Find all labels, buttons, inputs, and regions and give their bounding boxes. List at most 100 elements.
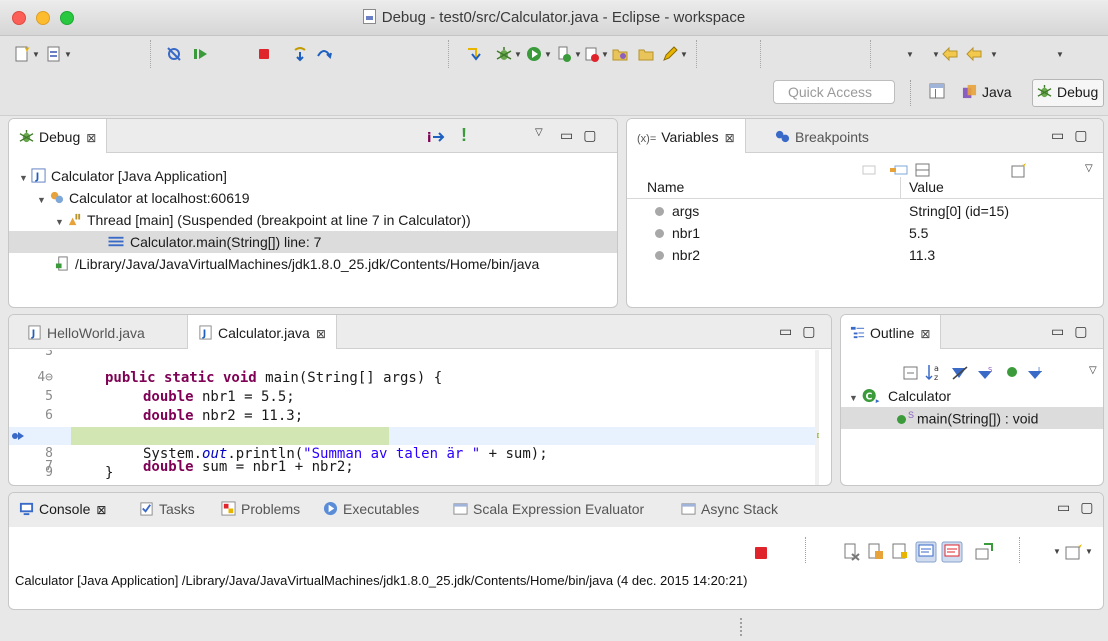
overview-marker[interactable] xyxy=(817,433,819,438)
overview-ruler[interactable] xyxy=(815,350,819,485)
close-icon[interactable]: ⊠ xyxy=(96,503,106,517)
tree-item-vm[interactable]: ▼ Calculator at localhost:60619 xyxy=(37,187,250,209)
stack-frame-icon xyxy=(108,236,124,247)
collapse-icon[interactable]: ▼ xyxy=(55,217,67,227)
hide-non-public-icon[interactable] xyxy=(1007,367,1017,377)
chevron-down-icon[interactable]: ▼ xyxy=(64,50,72,59)
show-console-stdout-icon[interactable] xyxy=(915,541,937,563)
sort-icon[interactable]: az xyxy=(925,363,943,381)
code-editor[interactable]: 3 4⊖ public static void main(String[] arg… xyxy=(9,350,819,485)
minimize-maximize-controls[interactable]: ▭▢ xyxy=(1051,323,1097,340)
collapse-all-icon[interactable] xyxy=(903,365,919,381)
tab-async-stack[interactable]: Async Stack xyxy=(681,501,778,517)
open-folder-icon[interactable] xyxy=(638,46,654,62)
step-over-icon[interactable] xyxy=(316,46,332,62)
next-annotation-icon[interactable] xyxy=(942,46,958,62)
minimize-maximize-controls[interactable]: ▭▢ xyxy=(560,127,606,144)
chevron-down-icon[interactable]: ▼ xyxy=(574,50,582,59)
tab-outline[interactable]: Outline ⊠ xyxy=(841,315,942,349)
hide-static-icon[interactable]: S xyxy=(977,365,995,381)
outline-item-class[interactable]: ▼ C Calculator xyxy=(849,385,951,407)
close-icon[interactable]: ⊠ xyxy=(86,131,96,145)
skip-breakpoints-icon[interactable] xyxy=(166,46,182,62)
chevron-down-icon[interactable]: ▼ xyxy=(680,50,688,59)
resume-icon[interactable] xyxy=(192,46,208,62)
new-wizard-icon[interactable] xyxy=(14,46,30,62)
remove-all-terminated-icon[interactable] xyxy=(867,543,885,561)
variable-row-name[interactable]: nbr1 xyxy=(655,222,700,244)
open-type-icon[interactable] xyxy=(612,46,628,62)
code-keyword: double xyxy=(143,389,194,405)
chevron-down-icon[interactable]: ▼ xyxy=(906,50,914,59)
edit-pencil-icon[interactable] xyxy=(662,46,678,62)
step-into-icon[interactable] xyxy=(292,46,308,62)
column-header-value[interactable]: Value xyxy=(901,177,1103,199)
show-console-stderr-icon[interactable] xyxy=(941,541,963,563)
collapse-icon[interactable]: ▼ xyxy=(849,393,861,403)
chevron-down-icon[interactable]: ▼ xyxy=(1085,547,1093,556)
collapse-all-icon[interactable] xyxy=(889,162,909,178)
hide-fields-icon[interactable] xyxy=(951,365,969,381)
tab-problems[interactable]: Problems xyxy=(221,501,300,517)
chevron-down-icon[interactable]: ▼ xyxy=(990,50,998,59)
terminate-icon[interactable] xyxy=(753,545,769,561)
run-icon[interactable] xyxy=(526,46,542,62)
quick-access-input[interactable]: Quick Access xyxy=(773,80,895,104)
coverage-icon[interactable] xyxy=(556,46,572,62)
tab-executables[interactable]: Executables xyxy=(323,501,419,517)
tab-tasks[interactable]: Tasks xyxy=(139,501,195,517)
chevron-down-icon[interactable]: ▼ xyxy=(32,50,40,59)
tree-item-stack-frame[interactable]: Calculator.main(String[]) line: 7 xyxy=(9,231,617,253)
chevron-down-icon[interactable]: ▼ xyxy=(1056,50,1064,59)
collapse-icon[interactable]: ▼ xyxy=(19,173,31,183)
minimize-maximize-controls[interactable]: ▭▢ xyxy=(1051,127,1097,144)
tree-item-launch[interactable]: ▼ J Calculator [Java Application] xyxy=(19,165,227,187)
chevron-down-icon[interactable]: ▼ xyxy=(514,50,522,59)
use-step-filters-icon[interactable]: i xyxy=(427,129,445,145)
tab-console[interactable]: Console ⊠ xyxy=(19,501,106,517)
tab-variables[interactable]: (x)= Variables ⊠ xyxy=(627,119,746,153)
terminate-icon[interactable] xyxy=(256,46,272,62)
tab-debug[interactable]: Debug ⊠ xyxy=(9,119,108,153)
select-all-icon[interactable] xyxy=(861,162,881,178)
tree-item-thread[interactable]: ▼ Thread [main] (Suspended (breakpoint at… xyxy=(55,209,471,231)
remove-launch-icon[interactable] xyxy=(843,543,861,561)
close-icon[interactable]: ⊠ xyxy=(920,327,930,341)
view-menu-icon[interactable]: ▽ xyxy=(1089,365,1097,376)
outline-item-method[interactable]: Smain(String[]) : void xyxy=(841,407,1103,429)
variable-row-name[interactable]: nbr2 xyxy=(655,244,700,262)
minimize-maximize-controls[interactable]: ▭▢ xyxy=(1057,499,1103,516)
tree-item-process[interactable]: /Library/Java/JavaVirtualMachines/jdk1.8… xyxy=(55,253,539,275)
variable-row-name[interactable]: args xyxy=(655,200,699,222)
show-warning-icon[interactable]: ! xyxy=(461,125,467,146)
view-menu-icon[interactable]: ▽ xyxy=(1085,163,1093,174)
chevron-down-icon[interactable]: ▼ xyxy=(932,50,940,59)
external-tools-icon[interactable] xyxy=(584,46,600,62)
close-icon[interactable]: ⊠ xyxy=(316,327,326,341)
column-header-name[interactable]: Name xyxy=(627,177,901,199)
tab-calculator-java[interactable]: J Calculator.java ⊠ xyxy=(187,315,337,349)
minimize-maximize-controls[interactable]: ▭▢ xyxy=(779,323,825,340)
tab-breakpoints[interactable]: Breakpoints xyxy=(765,119,879,153)
perspective-java-button[interactable]: Java xyxy=(962,80,1012,106)
open-console-icon[interactable] xyxy=(1065,543,1083,561)
hide-local-types-icon[interactable]: L xyxy=(1027,365,1045,381)
scroll-lock-icon[interactable] xyxy=(891,543,909,561)
tab-helloworld-java[interactable]: J HelloWorld.java xyxy=(17,315,155,349)
open-perspective-icon[interactable] xyxy=(929,81,947,101)
new-detail-pane-icon[interactable] xyxy=(1011,162,1027,178)
view-menu-icon[interactable]: ▽ xyxy=(535,127,543,138)
chevron-down-icon[interactable]: ▼ xyxy=(601,50,609,59)
tab-scala-expression-evaluator[interactable]: Scala Expression Evaluator xyxy=(453,501,644,517)
chevron-down-icon[interactable]: ▼ xyxy=(1053,547,1061,556)
collapse-icon[interactable]: ▼ xyxy=(37,195,49,205)
chevron-down-icon[interactable]: ▼ xyxy=(544,50,552,59)
run-last-tool-icon[interactable] xyxy=(466,46,482,62)
pin-console-icon[interactable] xyxy=(975,543,993,561)
close-icon[interactable]: ⊠ xyxy=(725,131,735,145)
back-arrow-icon[interactable] xyxy=(966,46,982,62)
debug-bug-icon[interactable] xyxy=(496,46,512,62)
new-class-icon[interactable] xyxy=(46,46,62,62)
perspective-debug-button[interactable]: Debug xyxy=(1032,79,1104,107)
layout-icon[interactable] xyxy=(915,162,931,178)
